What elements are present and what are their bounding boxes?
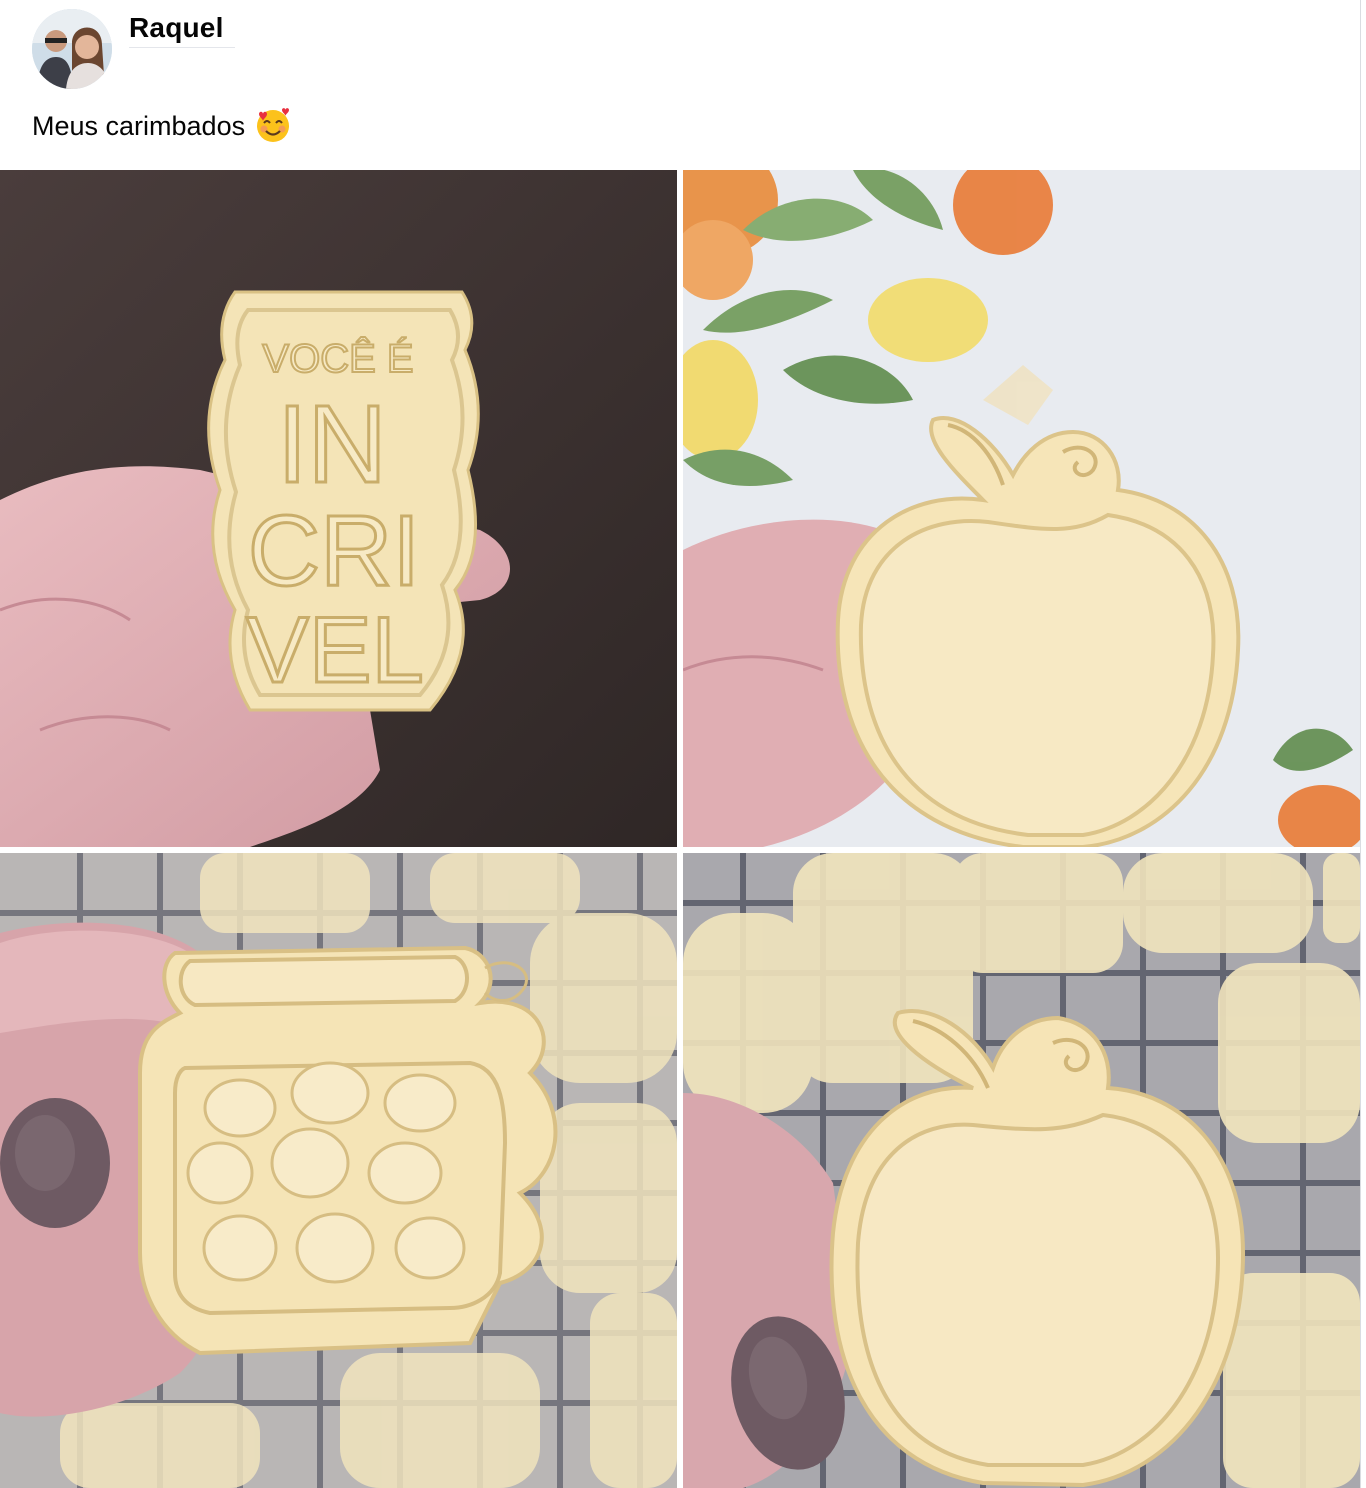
caption-text: Meus carimbados [32, 110, 246, 141]
photo-grid: VOCÊ É IN CRI VEL [0, 170, 1360, 1488]
stamp-line-4: VEL [246, 597, 424, 702]
photo-4[interactable] [683, 853, 1360, 1488]
stamp-line-3: CRI [248, 495, 420, 607]
smiling-face-with-hearts-icon [255, 108, 291, 144]
facebook-post: Raquel Meus carimbados VOCÊ É IN CRI VEL [0, 0, 1361, 1488]
photo-1[interactable]: VOCÊ É IN CRI VEL [0, 170, 677, 847]
stamp-line-1: VOCÊ É [262, 336, 413, 381]
photo-2[interactable] [683, 170, 1360, 847]
post-caption: Meus carimbados [32, 108, 291, 144]
author-name[interactable]: Raquel [129, 12, 224, 44]
author-name-underline [129, 47, 235, 48]
photo-3[interactable] [0, 853, 677, 1488]
post-header: Raquel [0, 0, 1360, 96]
stamp-line-2: IN [277, 383, 387, 506]
author-avatar[interactable] [32, 9, 112, 89]
